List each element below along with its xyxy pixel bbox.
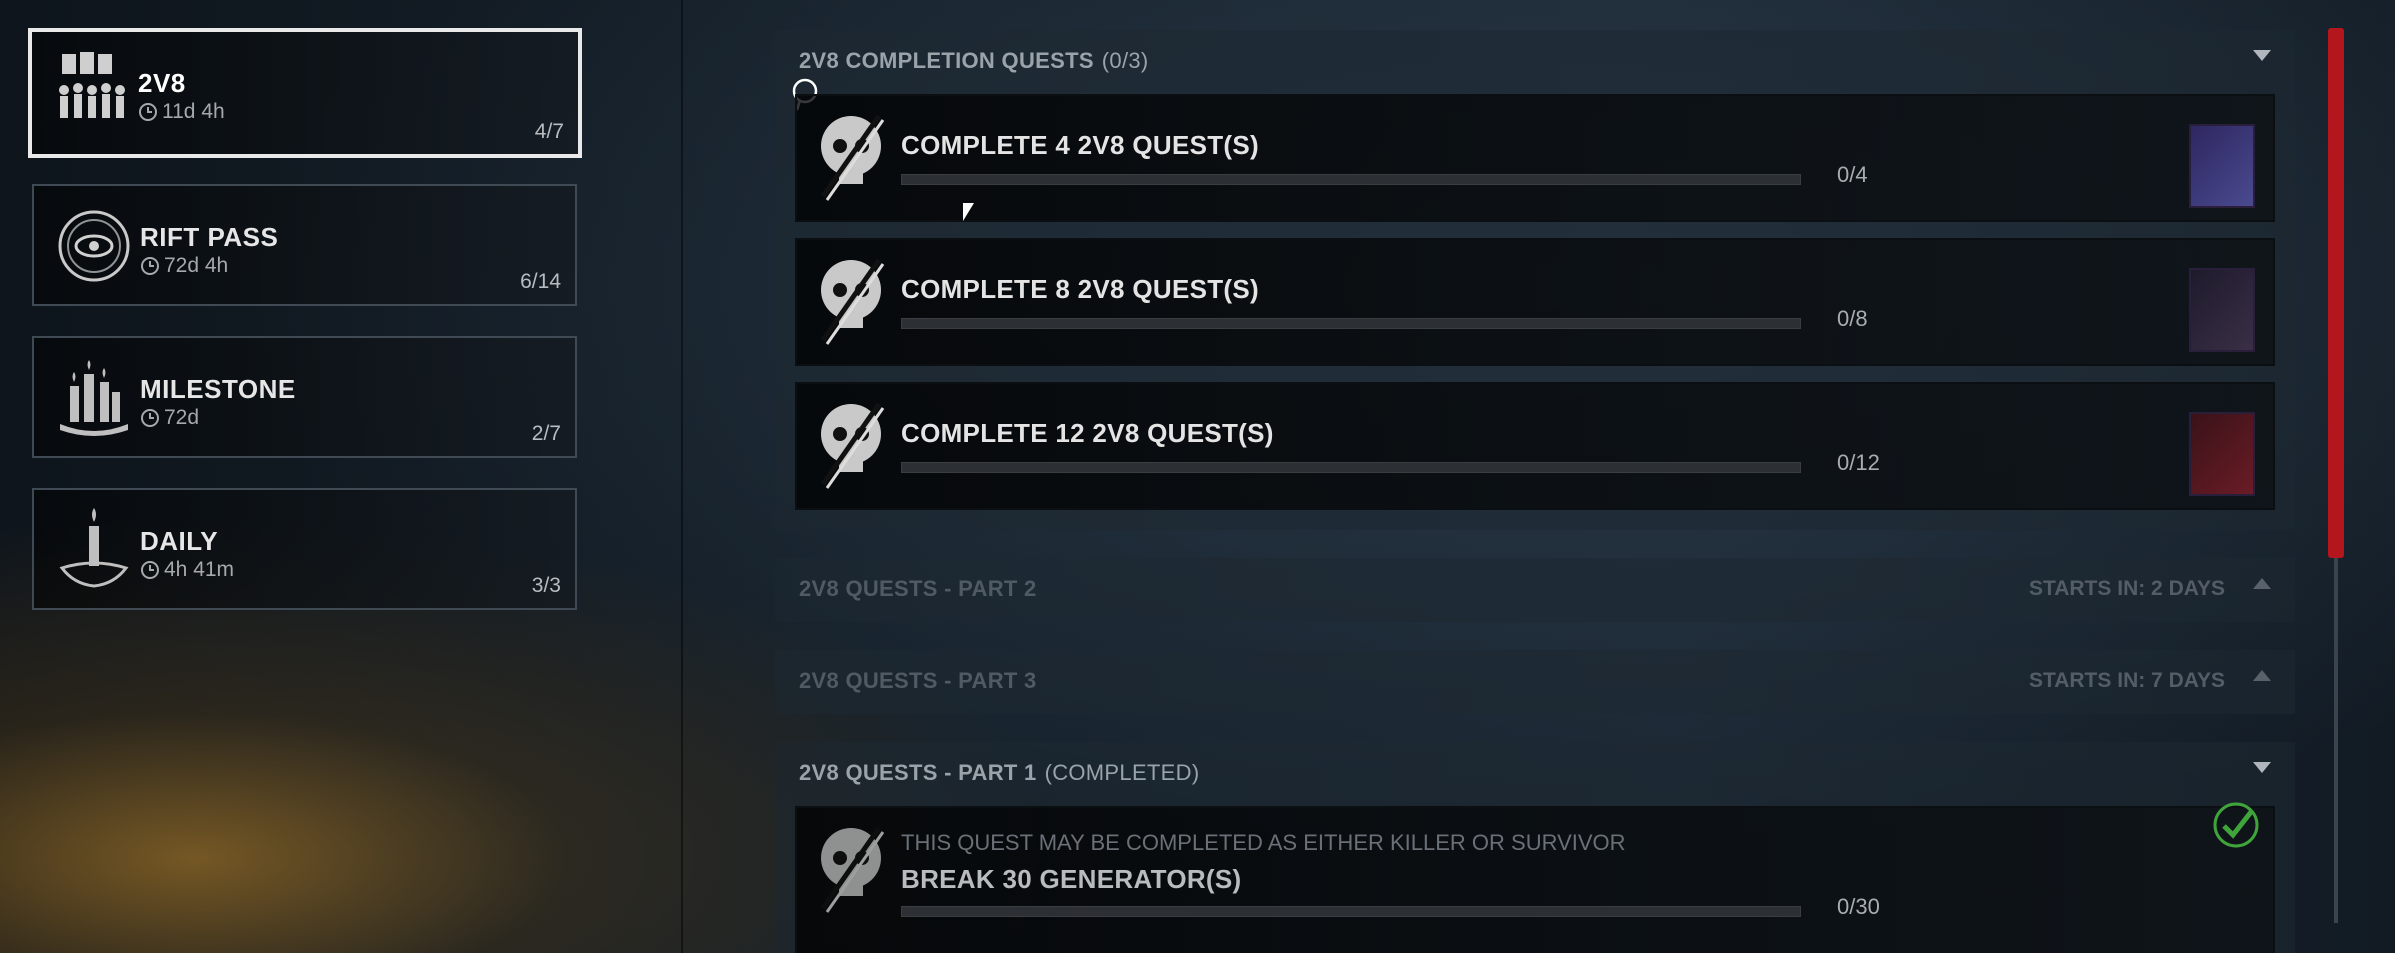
- section-title: 2V8 QUESTS - PART 2: [799, 576, 1037, 601]
- timer-text: 11d 4h: [162, 100, 225, 123]
- quest-title: BREAK 30 GENERATOR(S): [901, 864, 1242, 894]
- quest-progress-bar: [901, 174, 1801, 185]
- skull-quest-icon: [820, 258, 885, 345]
- category-name: RIFT PASS: [140, 222, 279, 252]
- quest-row[interactable]: COMPLETE 8 2V8 QUEST(S) 0/8: [795, 238, 2275, 366]
- category-card-daily[interactable]: DAILY 4h 41m 3/3: [32, 488, 577, 610]
- mouse-cursor-icon: [963, 203, 974, 221]
- section-part-1-completed: 2V8 QUESTS - PART 1 (COMPLETED) THIS QUE…: [775, 742, 2295, 953]
- section-header[interactable]: 2V8 COMPLETION QUESTS (0/3): [799, 30, 1149, 92]
- category-card-2v8[interactable]: 2V8 11d 4h 4/7: [28, 28, 582, 158]
- quest-title: COMPLETE 4 2V8 QUEST(S): [901, 130, 1259, 160]
- category-name: MILESTONE: [140, 374, 296, 404]
- skull-quest-icon: [820, 114, 885, 201]
- section-starts-in: STARTS IN: 2 DAYS: [2028, 577, 2225, 600]
- section-part-3[interactable]: 2V8 QUESTS - PART 3 STARTS IN: 7 DAYS: [775, 650, 2295, 714]
- expand-toggle-icon[interactable]: [2253, 670, 2271, 681]
- collapse-toggle-icon[interactable]: [2253, 50, 2271, 61]
- category-timer: 72d 4h: [140, 254, 228, 278]
- category-progress: 4/7: [534, 120, 564, 143]
- quest-progress-text: 0/12: [1837, 450, 1880, 475]
- quest-row[interactable]: THIS QUEST MAY BE COMPLETED AS EITHER KI…: [795, 802, 2275, 953]
- quest-note: THIS QUEST MAY BE COMPLETED AS EITHER KI…: [901, 830, 1626, 855]
- skull-quest-icon: [820, 826, 885, 913]
- quest-progress-bar: [901, 906, 1801, 917]
- scrollbar-thumb[interactable]: [2328, 28, 2344, 558]
- quest-row[interactable]: COMPLETE 12 2V8 QUEST(S) 0/12: [795, 382, 2275, 510]
- timer-text: 72d: [164, 406, 200, 429]
- quest-row[interactable]: COMPLETE 4 2V8 QUEST(S) 0/4: [795, 94, 2275, 222]
- quest-progress-text: 0/30: [1837, 894, 1880, 919]
- clock-icon: [141, 561, 159, 579]
- reward-icon[interactable]: [2189, 124, 2255, 208]
- reward-icon[interactable]: [2189, 268, 2255, 352]
- quest-progress-text: 0/4: [1837, 162, 1868, 187]
- collapse-toggle-icon[interactable]: [2253, 762, 2271, 773]
- candle-hand-icon: [59, 508, 129, 588]
- category-card-milestone[interactable]: MILESTONE 72d 2/7: [32, 336, 577, 458]
- quest-progress-bar: [901, 462, 1801, 473]
- panel-divider: [681, 0, 683, 953]
- clock-icon: [141, 257, 159, 275]
- quest-title: COMPLETE 12 2V8 QUEST(S): [901, 418, 1274, 448]
- section-subtitle: (0/3): [1101, 48, 1149, 73]
- category-progress: 2/7: [531, 422, 561, 445]
- section-header: 2V8 QUESTS - PART 2: [799, 558, 1037, 620]
- clock-icon: [139, 103, 157, 121]
- expand-toggle-icon[interactable]: [2253, 578, 2271, 589]
- section-title: 2V8 COMPLETION QUESTS: [799, 48, 1094, 73]
- timer-text: 72d 4h: [164, 254, 229, 277]
- category-progress: 6/14: [520, 270, 561, 293]
- skull-quest-icon: [820, 402, 885, 489]
- 2v8-group-icon: [59, 52, 125, 118]
- category-timer: 11d 4h: [138, 100, 225, 124]
- category-name: 2V8: [138, 68, 186, 98]
- quest-progress-bar: [901, 318, 1801, 329]
- category-name: DAILY: [140, 526, 219, 556]
- category-card-rift-pass[interactable]: RIFT PASS 72d 4h 6/14: [32, 184, 577, 306]
- category-progress: 3/3: [531, 574, 561, 597]
- section-completion-quests: 2V8 COMPLETION QUESTS (0/3) COMPLETE 4 2…: [775, 30, 2295, 530]
- quest-progress-text: 0/8: [1837, 306, 1868, 331]
- category-timer: 72d: [140, 406, 199, 430]
- section-subtitle: (COMPLETED): [1044, 760, 1200, 785]
- rift-eye-icon: [58, 210, 130, 282]
- quest-title: COMPLETE 8 2V8 QUEST(S): [901, 274, 1259, 304]
- section-title: 2V8 QUESTS - PART 3: [799, 668, 1037, 693]
- clock-icon: [141, 409, 159, 427]
- section-header: 2V8 QUESTS - PART 3: [799, 650, 1037, 712]
- category-timer: 4h 41m: [140, 558, 234, 582]
- timer-text: 4h 41m: [164, 558, 235, 581]
- section-starts-in: STARTS IN: 7 DAYS: [2028, 669, 2225, 692]
- candles-icon: [60, 360, 128, 436]
- reward-icon[interactable]: [2189, 412, 2255, 496]
- section-part-2[interactable]: 2V8 QUESTS - PART 2 STARTS IN: 2 DAYS: [775, 558, 2295, 622]
- section-title: 2V8 QUESTS - PART 1: [799, 760, 1037, 785]
- section-header[interactable]: 2V8 QUESTS - PART 1 (COMPLETED): [799, 742, 1199, 804]
- completed-check-icon: [2213, 802, 2259, 848]
